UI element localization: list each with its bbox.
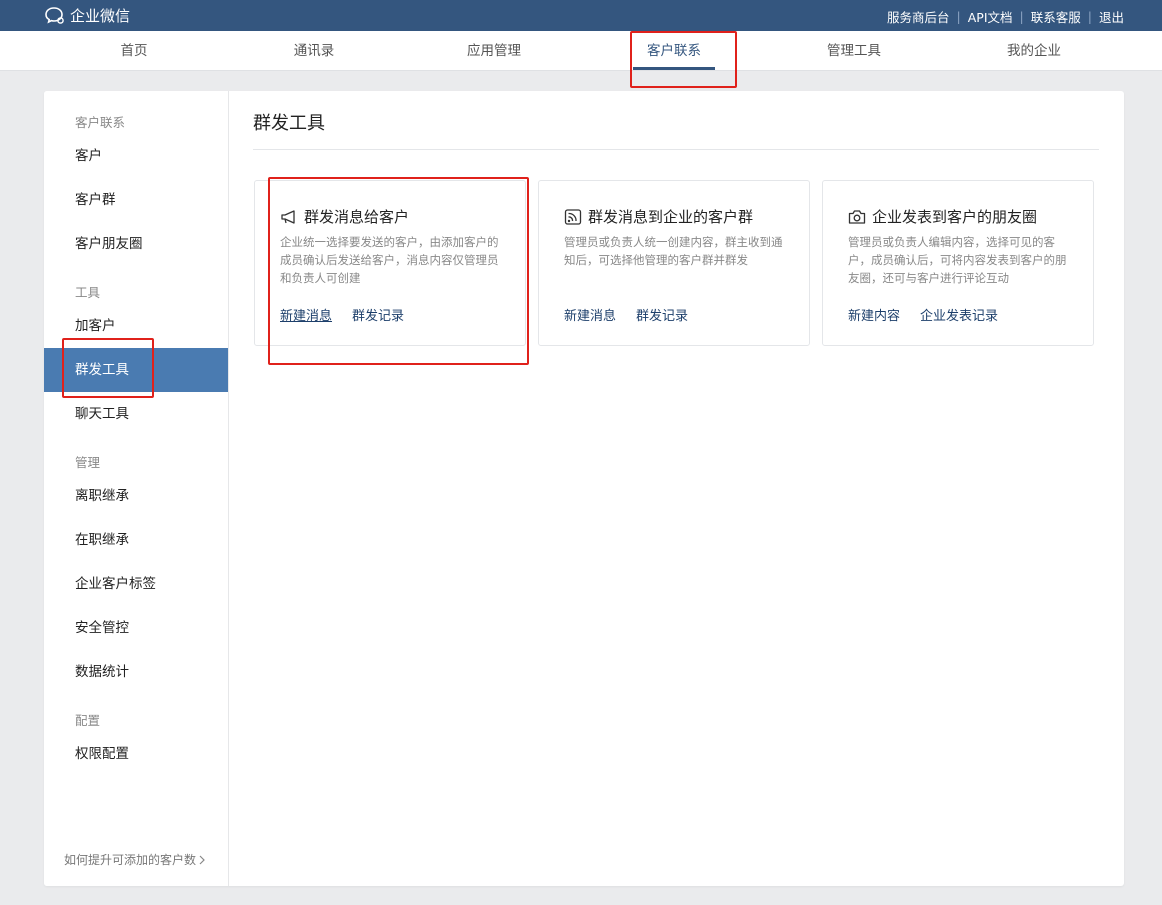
card-mass-message-customers: 群发消息给客户 企业统一选择要发送的客户，由添加客户的成员确认后发送给客户，消息… [254,180,526,346]
card-mass-message-groups: 群发消息到企业的客户群 管理员或负责人统一创建内容，群主收到通知后，可选择他管理… [538,180,810,346]
sidebar-item-permissions[interactable]: 权限配置 [44,732,228,776]
main-content: 群发工具 群发消息给客户 企业统一选择要发送的客户，由添加客户的成员确认后发送给… [229,91,1124,886]
send-history-link[interactable]: 群发记录 [636,305,688,324]
card-description: 管理员或负责人统一创建内容，群主收到通知后，可选择他管理的客户群并群发 [564,235,783,267]
sidebar-section-title: 管理 [75,455,101,470]
nav-tab-my-enterprise[interactable]: 我的企业 [969,31,1099,71]
broadcast-icon [564,208,582,225]
sidebar-help-link[interactable]: 如何提升可添加的客户数 [64,851,206,868]
new-message-link[interactable]: 新建消息 [564,305,616,324]
sidebar-item-customer-tags[interactable]: 企业客户标签 [44,562,228,606]
app-logo[interactable]: 企业微信 [44,5,130,26]
top-links: 服务商后台 | API文档 | 联系客服 | 退出 [887,7,1124,26]
card-description: 企业统一选择要发送的客户，由添加客户的成员确认后发送给客户，消息内容仅管理员和负… [280,235,499,285]
sidebar-section-title: 配置 [75,713,101,728]
title-divider [253,149,1099,150]
wecom-logo-icon [45,7,64,24]
content-panel: 客户联系 客户 客户群 客户朋友圈 工具 加客户 群发工具 聊天工具 管理 离职… [44,91,1124,886]
card-header: 群发消息给客户 [280,206,409,227]
megaphone-icon [281,209,295,224]
top-link-provider[interactable]: 服务商后台 [887,7,950,26]
main-nav: 首页 通讯录 应用管理 客户联系 管理工具 我的企业 [0,31,1162,71]
top-link-separator: | [1019,9,1024,24]
post-history-link[interactable]: 企业发表记录 [920,305,998,324]
nav-tab-home[interactable]: 首页 [69,31,199,71]
top-link-separator: | [1087,9,1092,24]
card-title: 企业发表到客户的朋友圈 [872,208,1038,226]
new-content-link[interactable]: 新建内容 [848,305,900,324]
sidebar-item-moments[interactable]: 客户朋友圈 [44,222,228,266]
card-links: 新建消息 群发记录 [564,305,688,324]
top-bar: 企业微信 服务商后台 | API文档 | 联系客服 | 退出 [0,0,1162,31]
sidebar-help-label: 如何提升可添加的客户数 [64,853,197,867]
nav-tab-apps[interactable]: 应用管理 [429,31,559,71]
chevron-right-icon [199,855,205,864]
sidebar-item-statistics[interactable]: 数据统计 [44,650,228,694]
top-link-logout[interactable]: 退出 [1099,7,1124,26]
sidebar-section-title: 工具 [75,285,101,300]
sidebar-item-resigned-inheritance[interactable]: 离职继承 [44,474,228,518]
nav-tab-management-tools[interactable]: 管理工具 [789,31,919,71]
sidebar-item-customers[interactable]: 客户 [44,134,228,178]
sidebar-item-add-customer[interactable]: 加客户 [44,304,228,348]
sidebar-item-mass-send[interactable]: 群发工具 [44,348,228,392]
card-header: 企业发表到客户的朋友圈 [848,206,1037,227]
card-header: 群发消息到企业的客户群 [564,206,753,227]
top-link-support[interactable]: 联系客服 [1031,7,1081,26]
card-title: 群发消息到企业的客户群 [588,208,754,226]
top-link-separator: | [956,9,961,24]
app-title: 企业微信 [70,7,131,25]
card-links: 新建消息 群发记录 [280,305,404,324]
nav-tab-customer-contact[interactable]: 客户联系 [609,31,739,71]
send-history-link[interactable]: 群发记录 [352,305,404,324]
sidebar-item-security[interactable]: 安全管控 [44,606,228,650]
card-title: 群发消息给客户 [304,208,410,226]
card-description: 管理员或负责人编辑内容，选择可见的客户，成员确认后，可将内容发表到客户的朋友圈，… [848,235,1067,285]
sidebar: 客户联系 客户 客户群 客户朋友圈 工具 加客户 群发工具 聊天工具 管理 离职… [44,91,229,886]
card-post-moments: 企业发表到客户的朋友圈 管理员或负责人编辑内容，选择可见的客户，成员确认后，可将… [822,180,1094,346]
new-message-link[interactable]: 新建消息 [280,305,332,324]
sidebar-item-customer-groups[interactable]: 客户群 [44,178,228,222]
sidebar-item-active-inheritance[interactable]: 在职继承 [44,518,228,562]
camera-icon [848,209,866,224]
page-title: 群发工具 [253,113,325,134]
sidebar-item-chat-tools[interactable]: 聊天工具 [44,392,228,436]
nav-tab-contacts[interactable]: 通讯录 [249,31,379,71]
sidebar-section-title: 客户联系 [75,115,126,130]
top-link-api-docs[interactable]: API文档 [968,7,1013,26]
card-links: 新建内容 企业发表记录 [848,305,998,324]
